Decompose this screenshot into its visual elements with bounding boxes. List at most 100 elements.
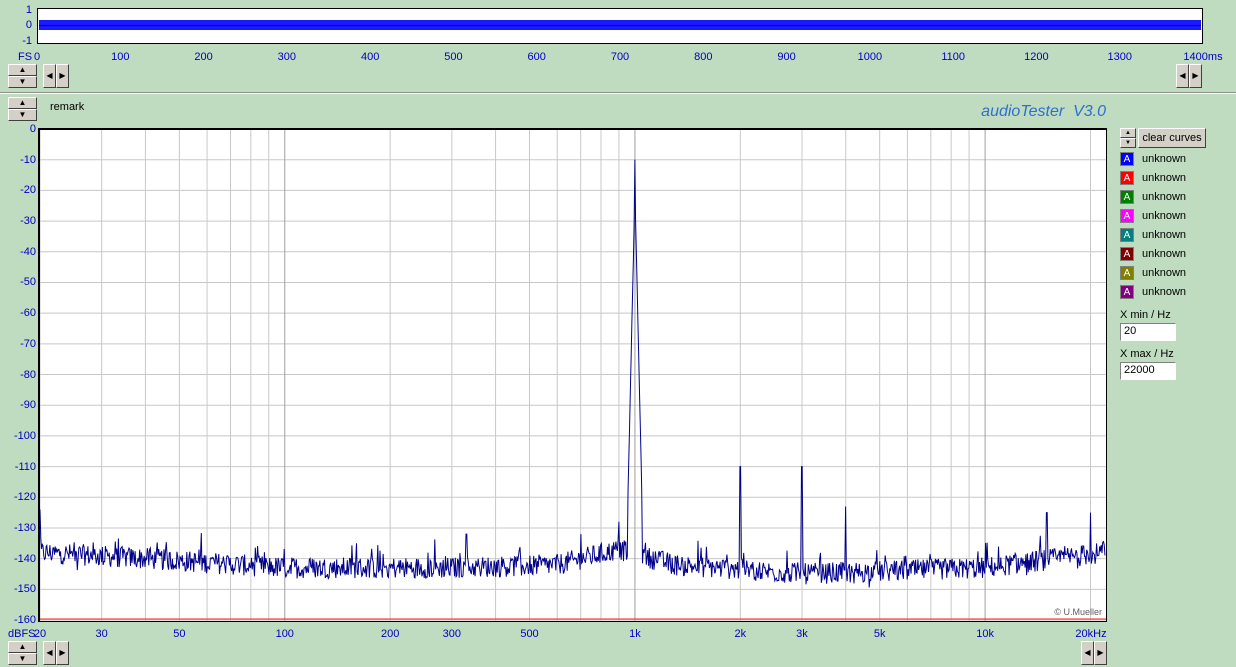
curve-color-swatch[interactable]: A: [1120, 247, 1134, 261]
top-right-scroll-right-button[interactable]: ▶: [1189, 64, 1202, 88]
curve-color-swatch[interactable]: A: [1120, 266, 1134, 280]
bottom-zoom-up-button[interactable]: ▲: [8, 641, 37, 653]
top-x-tick: 300: [277, 51, 297, 63]
spectrum-trace: [40, 159, 1106, 588]
spectrum-y-tick: -150: [13, 583, 36, 596]
spectrum-y-tick: -30: [20, 215, 36, 228]
legend-label: unknown: [1142, 286, 1187, 298]
spectrum-chart: © U.Mueller: [40, 130, 1106, 621]
top-scroll-right-button[interactable]: ▶: [56, 64, 69, 88]
spectrum-y-tick: -50: [20, 276, 36, 289]
curve-color-swatch[interactable]: A: [1120, 228, 1134, 242]
spectrum-y-tick: -40: [20, 245, 36, 258]
legend-entry[interactable]: Aunknown: [1120, 150, 1186, 168]
waveform-zero-line: [39, 25, 1201, 26]
curve-color-swatch[interactable]: A: [1120, 152, 1134, 166]
top-x-tick: 1100: [941, 51, 965, 63]
legend-entry[interactable]: Aunknown: [1120, 188, 1186, 206]
spectrum-y-tick: -120: [13, 491, 36, 504]
bottom-right-scroll-right-button[interactable]: ▶: [1094, 641, 1107, 665]
spectrum-y-tick: -100: [13, 429, 36, 442]
bottom-zoom-down-button[interactable]: ▼: [8, 653, 37, 665]
app-title: audioTester V3.0: [981, 103, 1106, 120]
top-x-tick: 1300: [1107, 51, 1132, 63]
top-x-tick: 200: [194, 51, 213, 63]
spectrum-x-tick: 200: [380, 628, 400, 640]
spectrum-x-tick: 300: [442, 628, 462, 640]
legend-label: unknown: [1142, 172, 1187, 184]
top-x-tick: 800: [694, 51, 713, 63]
spectrum-y-tick: -80: [20, 368, 36, 381]
spectrum-y-tick: -140: [13, 552, 36, 565]
legend-entry[interactable]: Aunknown: [1120, 226, 1186, 244]
spectrum-y-tick: -70: [20, 337, 36, 350]
top-x-tick: 1000: [857, 51, 883, 63]
top-x-tick: 600: [527, 51, 546, 63]
legend-label: unknown: [1142, 248, 1187, 260]
legend-entry[interactable]: Aunknown: [1120, 283, 1186, 301]
spectrum-x-tick: 5k: [873, 628, 886, 640]
spectrum-plot[interactable]: © U.Mueller: [38, 128, 1107, 622]
top-scroll-left-button[interactable]: ◀: [43, 64, 56, 88]
x-max-field[interactable]: 22000: [1120, 362, 1176, 380]
spectrum-zoom-down-button[interactable]: ▼: [8, 109, 37, 121]
top-right-scroll-left-button[interactable]: ◀: [1176, 64, 1189, 88]
top-x-tick: 1400ms: [1183, 51, 1223, 63]
section-divider-highlight: [0, 93, 1236, 94]
spectrum-y-tick: -20: [20, 184, 36, 197]
legend-entry[interactable]: Aunknown: [1120, 264, 1186, 282]
top-y-tick: 0: [25, 19, 32, 31]
spectrum-y-tick: -130: [13, 521, 36, 534]
legend-entry[interactable]: Aunknown: [1120, 245, 1186, 263]
legend-scroll-down-button[interactable]: ▼: [1120, 138, 1136, 148]
spectrum-x-tick: 20: [33, 628, 47, 640]
legend-scroll-up-button[interactable]: ▲: [1120, 128, 1136, 138]
top-x-tick: 700: [610, 51, 630, 63]
spectrum-x-tick: 3k: [796, 628, 808, 640]
waveform-plot[interactable]: [37, 8, 1203, 44]
top-x-tick: 400: [360, 51, 380, 63]
curve-color-swatch[interactable]: A: [1120, 171, 1134, 185]
spectrum-x-tick: 2k: [734, 628, 747, 640]
top-x-tick: 100: [111, 51, 130, 63]
top-x-tick: 900: [777, 51, 796, 63]
spectrum-y-tick: -160: [13, 614, 36, 626]
spectrum-y-unit-label: dBFS: [8, 628, 36, 640]
curve-color-swatch[interactable]: A: [1120, 285, 1134, 299]
spectrum-y-tick: -110: [14, 460, 36, 473]
legend-label: unknown: [1142, 267, 1187, 279]
spectrum-x-tick: 50: [173, 628, 186, 640]
top-x-tick: 500: [444, 51, 463, 63]
bottom-right-scroll-left-button[interactable]: ◀: [1081, 641, 1094, 665]
remark-label[interactable]: remark: [50, 101, 84, 113]
legend-entry[interactable]: Aunknown: [1120, 169, 1186, 187]
bottom-scroll-right-button[interactable]: ▶: [56, 641, 69, 665]
clear-curves-button[interactable]: clear curves: [1138, 128, 1206, 148]
curve-color-swatch[interactable]: A: [1120, 209, 1134, 223]
top-y-tick: 1: [25, 4, 32, 16]
spectrum-x-tick: 100: [275, 628, 294, 640]
spectrum-y-tick: -90: [20, 399, 36, 412]
spectrum-x-tick: 10k: [976, 628, 994, 640]
spectrum-x-tick: 1k: [629, 628, 641, 640]
spectrum-y-tick: -60: [20, 307, 36, 320]
top-zoom-up-button[interactable]: ▲: [8, 64, 37, 76]
copyright-text: © U.Mueller: [1054, 607, 1102, 617]
legend-label: unknown: [1142, 210, 1187, 222]
legend-entry[interactable]: Aunknown: [1120, 207, 1186, 225]
legend-label: unknown: [1142, 229, 1187, 241]
bottom-scroll-left-button[interactable]: ◀: [43, 641, 56, 665]
spectrum-x-tick: 30: [95, 628, 108, 640]
legend-label: unknown: [1142, 153, 1187, 165]
top-zoom-down-button[interactable]: ▼: [8, 76, 37, 88]
spectrum-x-tick: 500: [520, 628, 539, 640]
curve-color-swatch[interactable]: A: [1120, 190, 1134, 204]
spectrum-zoom-up-button[interactable]: ▲: [8, 97, 37, 109]
x-max-label: X max / Hz: [1120, 348, 1174, 360]
spectrum-x-tick: 20kHz: [1075, 628, 1107, 640]
legend-label: unknown: [1142, 191, 1187, 203]
x-min-field[interactable]: 20: [1120, 323, 1176, 341]
top-x-tick: 0: [33, 51, 41, 63]
x-min-label: X min / Hz: [1120, 309, 1171, 321]
fs-label: FS: [18, 51, 33, 63]
